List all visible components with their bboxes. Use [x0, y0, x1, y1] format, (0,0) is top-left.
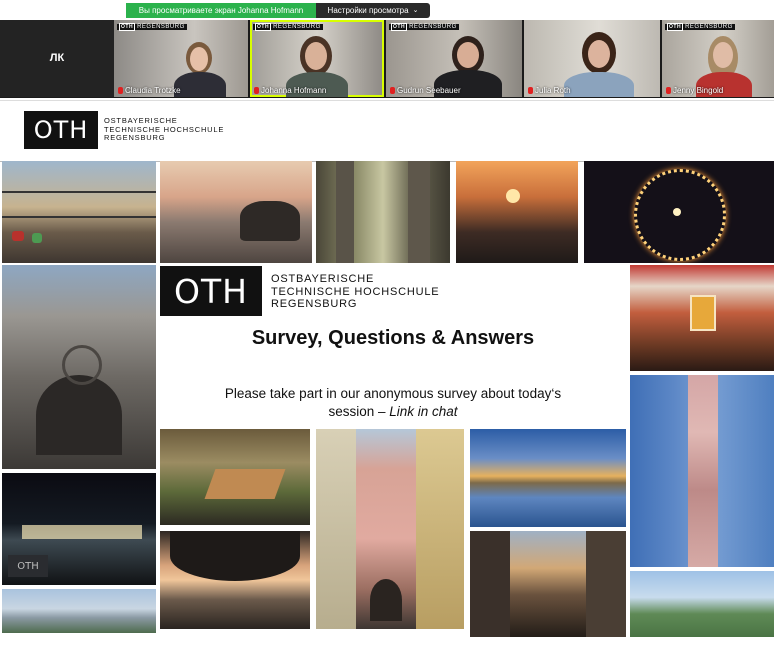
mic-muted-icon — [390, 87, 395, 94]
oth-tag: OTH REGENSBURG — [665, 23, 735, 31]
oth-logo-text: OSTBAYERISCHE TECHNISCHE HOCHSCHULE REGE… — [104, 116, 225, 143]
mic-muted-icon — [118, 87, 123, 94]
shared-slide: OTH OSTBAYERISCHE TECHNISCHE HOCHSCHULE … — [0, 100, 774, 647]
participant-name: Claudia Trotzke — [118, 86, 181, 95]
survey-link-text: Link in chat — [389, 404, 458, 420]
share-message: Вы просматриваете экран Johanna Hofmann — [126, 3, 316, 18]
oth-logo-mark-large: OTH — [160, 266, 262, 316]
participant-name: Johanna Hofmann — [254, 86, 326, 95]
view-settings-button[interactable]: Настройки просмотра ⌄ — [316, 3, 430, 18]
photo-padlock-bridge — [2, 161, 156, 263]
photo-tower-reflection — [630, 375, 774, 567]
participants-strip: ЛК OTH REGENSBURG Claudia Trotzke OTH REGE… — [0, 20, 774, 98]
photo-street-sunset — [470, 531, 626, 637]
photo-cathedral — [2, 265, 156, 469]
oth-sign: OTH — [8, 555, 48, 577]
photo-pink-tower — [316, 429, 464, 629]
photo-city-reflection — [470, 429, 626, 527]
photo-park-river — [630, 571, 774, 637]
slide-body-text: Please take part in our anonymous survey… — [224, 386, 562, 420]
oth-tag: OTH REGENSBURG — [253, 23, 323, 31]
screen-share-banner: Вы просматриваете экран Johanna Hofmann … — [126, 3, 430, 18]
photo-sunset-people — [456, 161, 578, 263]
participant-tile-4[interactable]: Julia Roth — [524, 20, 660, 97]
photo-tree-alley — [316, 161, 450, 263]
participant-tile-lk[interactable]: ЛК — [0, 20, 114, 97]
oth-logo-mark: OTH — [24, 111, 98, 149]
photo-oth-building-night: OTH — [2, 473, 156, 585]
participant-name: Jenny Bingold — [666, 86, 723, 95]
photo-old-bridge — [2, 589, 156, 633]
photo-garden-path — [160, 429, 310, 525]
participant-name: Gudrun Seebauer — [390, 86, 461, 95]
participant-tile-5[interactable]: OTH REGENSBURG Jenny Bingold — [662, 20, 774, 97]
photo-beer-tent — [630, 265, 774, 371]
participant-tile-3[interactable]: OTH REGENSBURG Gudrun Seebauer — [386, 20, 522, 97]
oth-logo-text-large: OSTBAYERISCHE TECHNISCHE HOCHSCHULE REGE… — [271, 273, 440, 311]
mic-muted-icon — [528, 87, 533, 94]
oth-tag: OTH REGENSBURG — [389, 23, 459, 31]
photo-ferris-wheel — [584, 161, 774, 263]
mic-muted-icon — [666, 87, 671, 94]
participant-initials: ЛК — [49, 52, 65, 64]
participant-name: Julia Roth — [528, 86, 571, 95]
participant-tile-2[interactable]: OTH REGENSBURG Johanna Hofmann — [250, 20, 384, 97]
photo-river-people — [160, 161, 312, 263]
mic-muted-icon — [254, 87, 259, 94]
slide-title: Survey, Questions & Answers — [251, 327, 535, 349]
participant-tile-1[interactable]: OTH REGENSBURG Claudia Trotzke — [114, 20, 248, 97]
photo-stone-archway — [160, 531, 310, 629]
view-settings-label: Настройки просмотра — [327, 6, 409, 15]
chevron-down-icon: ⌄ — [412, 7, 419, 14]
oth-tag: OTH REGENSBURG — [117, 23, 187, 31]
slide-header: OTH OSTBAYERISCHE TECHNISCHE HOCHSCHULE … — [0, 101, 774, 162]
